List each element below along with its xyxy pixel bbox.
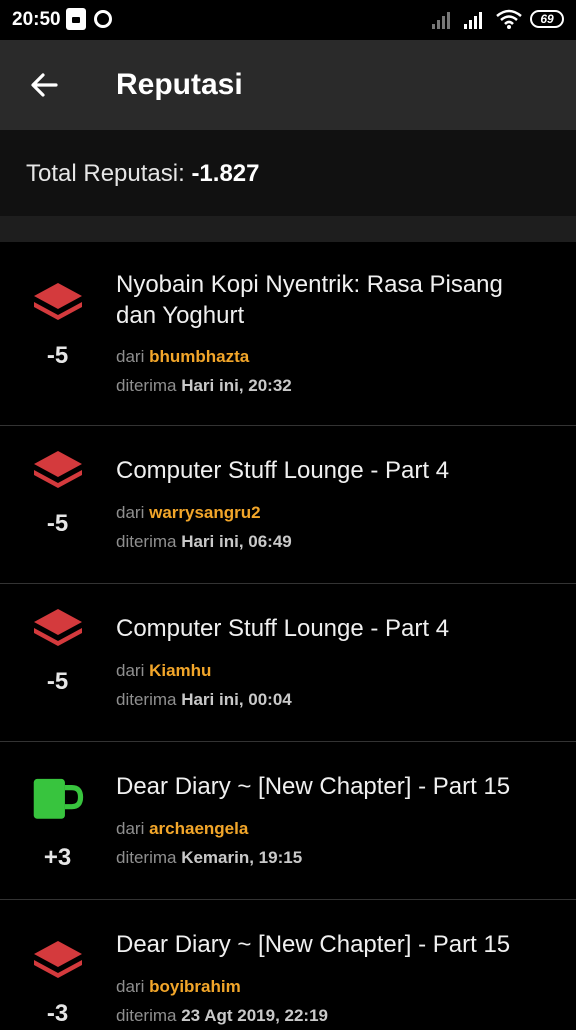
reputation-score: +3: [43, 844, 72, 871]
received-label: diterima: [116, 532, 177, 551]
signal-sim2-icon: [464, 9, 488, 29]
thread-title: Dear Diary ~ [New Chapter] - Part 15: [116, 931, 511, 958]
username-link[interactable]: archaengela: [149, 819, 248, 838]
received-time: Hari ini, 00:04: [181, 690, 292, 709]
username-link[interactable]: Kiamhu: [149, 661, 211, 680]
received-time: Hari ini, 06:49: [181, 532, 292, 551]
total-value: -1.827: [191, 160, 260, 187]
total-reputation: Total Reputasi: -1.827: [0, 130, 576, 216]
received-time: Hari ini, 20:32: [181, 376, 292, 395]
page-title: Reputasi: [116, 68, 243, 101]
thread-title: Dear Diary ~ [New Chapter] - Part 15: [116, 773, 511, 800]
arrow-left-icon: [31, 73, 58, 97]
reputation-score: -5: [46, 342, 69, 369]
received-label: diterima: [116, 848, 177, 867]
total-label: Total Reputasi:: [26, 160, 185, 187]
received-label: diterima: [116, 1006, 177, 1025]
list-item[interactable]: -5 Computer Stuff Lounge - Part 4 dari K…: [0, 584, 576, 742]
received-time: Kemarin, 19:15: [181, 848, 303, 867]
mug-icon: [33, 778, 84, 819]
reputation-score: -5: [46, 510, 69, 537]
signal-sim1-icon: [432, 9, 456, 29]
status-time: 20:50: [12, 9, 61, 30]
from-label: dari: [116, 819, 145, 838]
back-button[interactable]: [26, 62, 66, 108]
layers-icon: [34, 451, 82, 488]
layers-icon: [34, 609, 82, 646]
received-label: diterima: [116, 690, 177, 709]
username-link[interactable]: boyibrahim: [149, 977, 241, 996]
list-item[interactable]: +3 Dear Diary ~ [New Chapter] - Part 15 …: [0, 742, 576, 900]
username-link[interactable]: warrysangru2: [149, 503, 261, 522]
layers-icon: [34, 283, 82, 320]
thread-title: Computer Stuff Lounge - Part 4: [116, 615, 450, 642]
list-item[interactable]: -5 Nyobain Kopi Nyentrik: Rasa Pisang da…: [0, 242, 576, 426]
app-bar: Reputasi: [0, 40, 576, 130]
status-bar: 20:50 69: [0, 0, 576, 40]
battery-icon: 69: [530, 10, 564, 28]
received-time: 23 Agt 2019, 22:19: [181, 1006, 328, 1025]
wifi-icon: [496, 9, 522, 29]
from-label: dari: [116, 661, 145, 680]
reputation-score: -5: [46, 668, 69, 695]
username-link[interactable]: bhumbhazta: [149, 347, 249, 366]
received-label: diterima: [116, 376, 177, 395]
layers-icon: [34, 941, 82, 978]
list-item[interactable]: -3 Dear Diary ~ [New Chapter] - Part 15 …: [0, 900, 576, 1030]
notification-app-icon: [66, 8, 86, 30]
from-label: dari: [116, 347, 145, 366]
from-label: dari: [116, 503, 145, 522]
thread-title: Nyobain Kopi Nyentrik: Rasa Pisang dan Y…: [116, 271, 503, 329]
notification-chat-icon: [94, 10, 112, 28]
reputation-list: -5 Nyobain Kopi Nyentrik: Rasa Pisang da…: [0, 242, 576, 1030]
thread-title: Computer Stuff Lounge - Part 4: [116, 457, 450, 484]
from-label: dari: [116, 977, 145, 996]
list-item[interactable]: -5 Computer Stuff Lounge - Part 4 dari w…: [0, 426, 576, 584]
section-divider: [0, 216, 576, 242]
